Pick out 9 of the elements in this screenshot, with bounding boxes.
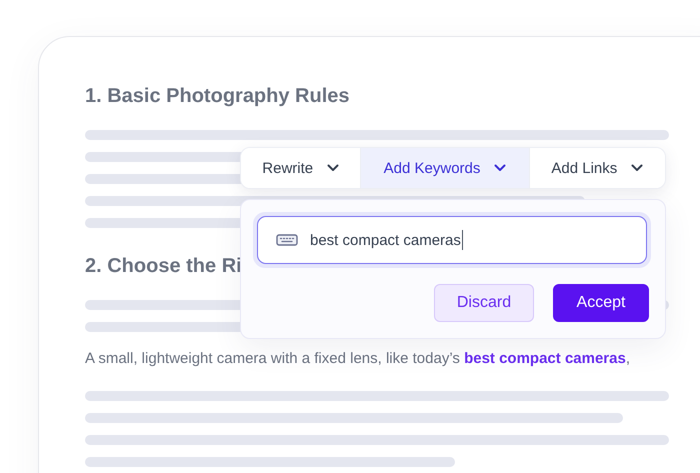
paragraph-text: A small, lightweight camera with a fixed lens, like today’s best compact cameras, xyxy=(85,349,631,369)
toolbar-tab[interactable]: Add Keywords xyxy=(360,148,530,188)
accept-button[interactable]: Accept xyxy=(553,284,649,322)
discard-button[interactable]: Discard xyxy=(434,284,534,322)
section-heading: 2. Choose the Ri xyxy=(85,254,243,278)
toolbar-tab[interactable]: Rewrite xyxy=(241,148,360,188)
toolbar-tab[interactable]: Add Links xyxy=(530,148,665,188)
section-heading: 1. Basic Photography Rules xyxy=(85,84,351,108)
keyword-field[interactable]: best compact cameras xyxy=(257,216,647,264)
